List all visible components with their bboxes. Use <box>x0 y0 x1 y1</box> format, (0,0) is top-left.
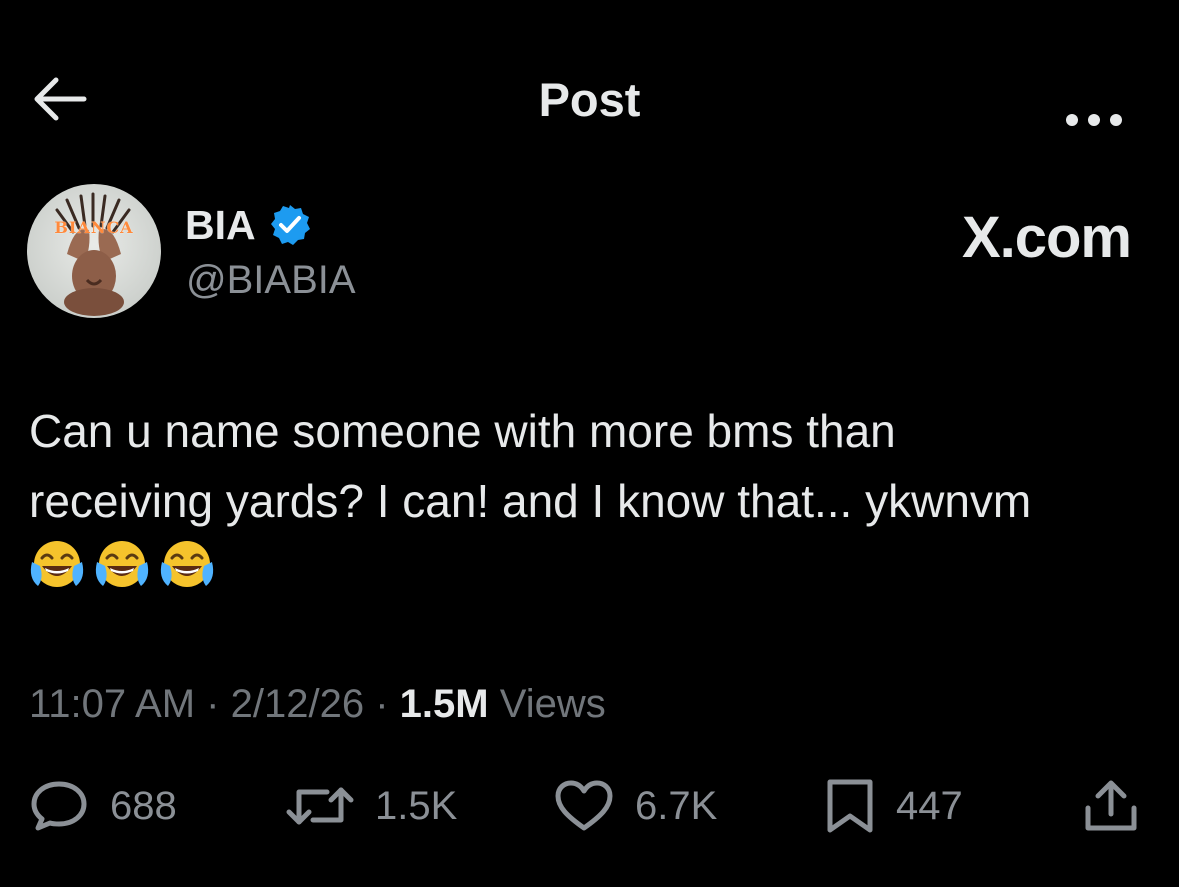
face-with-tears-of-joy-icon <box>95 541 149 587</box>
face-with-tears-of-joy-icon <box>30 541 84 587</box>
repost-button[interactable]: 1.5K <box>285 778 457 834</box>
page-title: Post <box>538 73 641 126</box>
more-options-button[interactable] <box>1062 110 1126 130</box>
post-time[interactable]: 11:07 AM <box>29 682 195 726</box>
like-button[interactable]: 6.7K <box>553 778 717 834</box>
post-meta: 11:07 AM · 2/12/26 · 1.5M Views <box>29 682 606 727</box>
views-count: 1.5M <box>399 682 489 726</box>
share-icon <box>1085 780 1137 831</box>
share-button[interactable] <box>1082 778 1140 834</box>
reply-button[interactable]: 688 <box>28 778 177 834</box>
author-name[interactable]: BIA <box>185 202 256 249</box>
more-horizontal-icon <box>1066 114 1122 126</box>
meta-separator: · <box>206 682 220 726</box>
face-with-tears-of-joy-icon <box>160 541 214 587</box>
avatar-overlay-text: BIANCA <box>54 218 134 237</box>
bookmark-count: 447 <box>896 783 963 828</box>
reply-icon <box>31 781 87 831</box>
tweet-line: receiving yards? I can! and I know that.… <box>29 475 1032 527</box>
verified-badge-icon <box>271 205 310 245</box>
views-label: Views <box>499 682 606 726</box>
avatar[interactable]: BIANCA <box>27 184 161 318</box>
bookmark-button[interactable]: 447 <box>824 778 963 834</box>
meta-separator: · <box>375 682 389 726</box>
post-date[interactable]: 2/12/26 <box>231 682 364 726</box>
emoji-row <box>28 538 216 594</box>
tweet-line: Can u name someone with more bms than <box>29 405 896 457</box>
heart-icon <box>555 780 613 831</box>
bookmark-icon <box>827 779 873 833</box>
tweet-text: Can u name someone with more bms than re… <box>29 396 1159 536</box>
author-handle[interactable]: @BIABIA <box>186 258 356 303</box>
reply-count: 688 <box>110 783 177 828</box>
like-count: 6.7K <box>635 783 718 828</box>
repost-icon <box>286 787 354 825</box>
source-watermark: X.com <box>961 205 1132 270</box>
repost-count: 1.5K <box>375 783 458 828</box>
avatar-image <box>27 184 161 318</box>
post-screen: Post BIANCA BIA @BIABIA X.com Can u name… <box>0 0 1179 887</box>
